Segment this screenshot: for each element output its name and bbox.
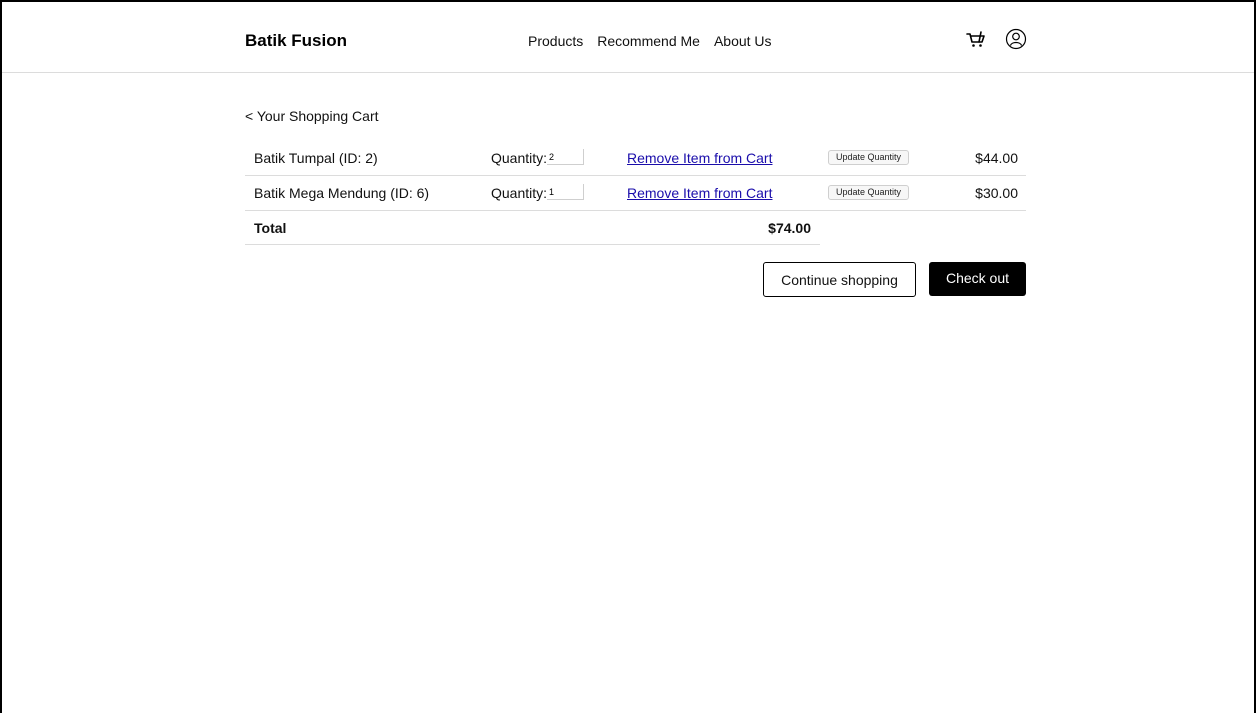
cart-icon[interactable] <box>965 28 987 50</box>
total-amount: $74.00 <box>768 220 811 236</box>
quantity-label: Quantity: <box>491 150 548 166</box>
cart-total: Total $74.00 <box>245 210 820 245</box>
cart-items: Batik Tumpal (ID: 2) Quantity: Remove It… <box>245 141 1026 211</box>
item-price: $30.00 <box>975 185 1018 201</box>
remove-item-link[interactable]: Remove Item from Cart <box>627 184 772 202</box>
quantity-input[interactable] <box>547 149 584 165</box>
cart-row: Batik Tumpal (ID: 2) Quantity: Remove It… <box>245 141 1026 176</box>
browser-frame: Batik Fusion Products Recommend Me About… <box>0 0 1256 713</box>
total-label: Total <box>254 220 287 236</box>
brand-logo[interactable]: Batik Fusion <box>245 31 347 51</box>
item-price: $44.00 <box>975 150 1018 166</box>
update-quantity-button[interactable]: Update Quantity <box>828 150 910 165</box>
item-name: Batik Tumpal (ID: 2) <box>254 150 378 166</box>
main-nav: Products Recommend Me About Us <box>528 32 772 50</box>
nav-item-recommend-me[interactable]: Recommend Me <box>597 32 700 50</box>
cart-row: Batik Mega Mendung (ID: 6) Quantity: Rem… <box>245 176 1026 211</box>
nav-item-products[interactable]: Products <box>528 32 583 50</box>
header-icons <box>965 28 1027 50</box>
continue-shopping-button[interactable]: Continue shopping <box>763 262 916 297</box>
remove-item-link[interactable]: Remove Item from Cart <box>627 149 772 167</box>
update-quantity-button[interactable]: Update Quantity <box>828 185 910 200</box>
quantity-label: Quantity: <box>491 185 548 201</box>
quantity-input[interactable] <box>547 184 584 200</box>
site-header: Batik Fusion Products Recommend Me About… <box>2 2 1254 73</box>
back-to-cart-link[interactable]: < Your Shopping Cart <box>245 107 379 125</box>
check-out-button[interactable]: Check out <box>929 262 1026 296</box>
item-name: Batik Mega Mendung (ID: 6) <box>254 185 430 201</box>
nav-item-about-us[interactable]: About Us <box>714 32 772 50</box>
user-icon[interactable] <box>1005 28 1027 50</box>
